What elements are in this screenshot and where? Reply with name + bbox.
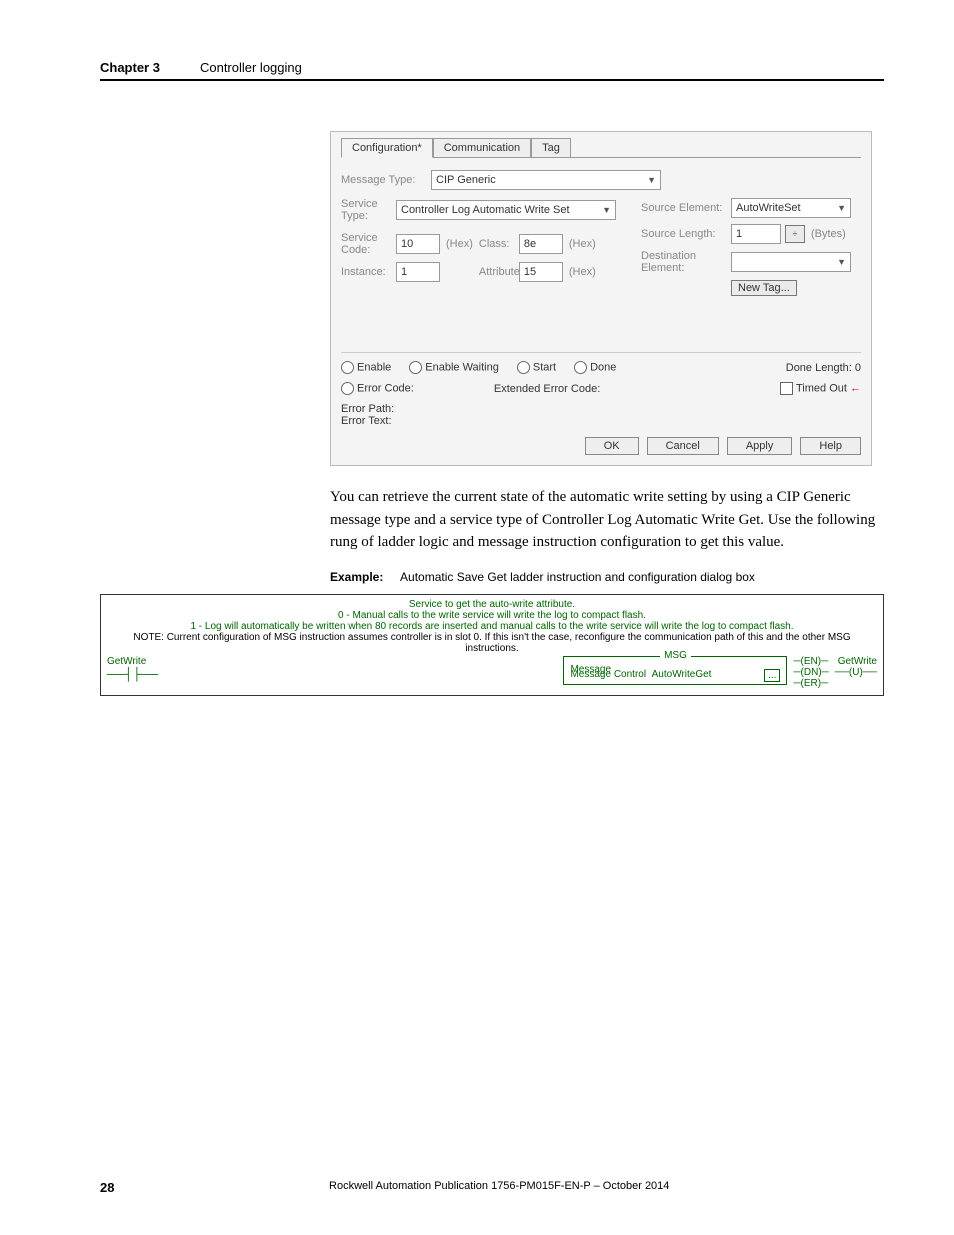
msg-control-label: Message Control: [570, 669, 646, 680]
attribute-label: Attribute:: [479, 266, 519, 278]
timed-out[interactable]: Timed Out ←: [780, 382, 861, 395]
error-path-label: Error Path:: [341, 403, 861, 415]
publication-footer: Rockwell Automation Publication 1756-PM0…: [114, 1180, 884, 1195]
class-label: Class:: [479, 238, 519, 250]
status-done: Done: [574, 361, 616, 374]
new-tag-button[interactable]: New Tag...: [731, 280, 797, 296]
ladder-desc-1: Service to get the auto-write attribute.: [107, 599, 877, 610]
coil-unlatch: U: [852, 667, 859, 678]
msg-config-button[interactable]: ...: [764, 669, 780, 682]
msg-control-tag: AutoWriteGet: [652, 669, 712, 680]
ladder-note: NOTE: Current configuration of MSG instr…: [107, 632, 877, 654]
source-length-label: Source Length:: [641, 228, 731, 240]
status-icon: [409, 361, 422, 374]
status-enable-waiting: Enable Waiting: [409, 361, 499, 374]
instance-input[interactable]: 1: [396, 262, 440, 282]
tab-configuration[interactable]: Configuration*: [341, 138, 433, 158]
cancel-button[interactable]: Cancel: [647, 437, 719, 455]
help-button[interactable]: Help: [800, 437, 861, 455]
message-config-dialog: Configuration* Communication Tag Message…: [330, 131, 872, 466]
example-label: Example:: [330, 570, 383, 584]
attribute-input[interactable]: 15: [519, 262, 563, 282]
message-type-select[interactable]: CIP Generic ▼: [431, 170, 661, 190]
page-number: 28: [100, 1180, 114, 1195]
tab-communication[interactable]: Communication: [433, 138, 531, 157]
timed-out-label: Timed Out: [796, 382, 847, 394]
rung-tag-right: GetWrite: [835, 656, 877, 667]
class-input[interactable]: 8e: [519, 234, 563, 254]
enable-label: Enable: [357, 361, 391, 373]
service-type-select[interactable]: Controller Log Automatic Write Set ▼: [396, 200, 616, 220]
source-element-value: AutoWriteSet: [736, 202, 801, 214]
arrow-left-icon: ←: [850, 382, 861, 394]
ok-button[interactable]: OK: [585, 437, 639, 455]
hex-label: (Hex): [569, 238, 596, 250]
enable-waiting-label: Enable Waiting: [425, 361, 499, 373]
status-icon: [341, 361, 354, 374]
destination-element-select[interactable]: ▼: [731, 252, 851, 272]
status-start: Start: [517, 361, 556, 374]
message-type-value: CIP Generic: [436, 174, 496, 186]
service-type-label: Service Type:: [341, 198, 396, 222]
destination-element-label: Destination Element:: [641, 250, 731, 274]
chapter-title: Controller logging: [200, 60, 302, 75]
instance-value: 1: [401, 266, 407, 278]
coil-er: ER: [804, 678, 818, 689]
service-code-value: 10: [401, 238, 413, 250]
contact-icon: ──┤├──: [107, 667, 559, 681]
done-length-value: 0: [855, 362, 861, 374]
service-code-label: Service Code:: [341, 232, 396, 256]
example-text: Automatic Save Get ladder instruction an…: [400, 570, 755, 584]
hex-label: (Hex): [569, 266, 596, 278]
attribute-value: 15: [524, 266, 536, 278]
body-paragraph: You can retrieve the current state of th…: [330, 486, 890, 554]
msg-instruction: MSG Message Message Control AutoWriteGet…: [563, 656, 787, 685]
bytes-label: (Bytes): [811, 228, 846, 240]
ladder-desc-2: 0 - Manual calls to the write service wi…: [107, 610, 877, 621]
ladder-diagram: Service to get the auto-write attribute.…: [100, 594, 884, 696]
status-icon: [341, 382, 354, 395]
status-icon: [574, 361, 587, 374]
chevron-down-icon: ▼: [602, 205, 611, 215]
ladder-desc-3: 1 - Log will automatically be written wh…: [107, 621, 877, 632]
done-label: Done: [590, 361, 616, 373]
dialog-tabs: Configuration* Communication Tag: [341, 138, 861, 158]
msg-title: MSG: [660, 650, 691, 661]
instance-label: Instance:: [341, 266, 396, 278]
source-element-label: Source Element:: [641, 202, 731, 214]
example-caption: Example: Automatic Save Get ladder instr…: [330, 570, 890, 584]
source-length-value: 1: [736, 228, 742, 240]
checkbox-icon: [780, 382, 793, 395]
chevron-down-icon: ▼: [837, 203, 846, 213]
hex-label: (Hex): [446, 238, 473, 250]
apply-button[interactable]: Apply: [727, 437, 793, 455]
coil-dn: DN: [804, 667, 818, 678]
status-icon: [517, 361, 530, 374]
coil-en: EN: [804, 656, 818, 667]
error-text-label: Error Text:: [341, 415, 861, 427]
unlatch-column: GetWrite ──(U)──: [835, 656, 877, 678]
coil-column: ─(EN)─ ─(DN)─ ─(ER)─: [793, 656, 828, 689]
tab-tag[interactable]: Tag: [531, 138, 571, 157]
service-code-input[interactable]: 10: [396, 234, 440, 254]
done-length: Done Length: 0: [786, 362, 861, 374]
spinner-icon[interactable]: ÷: [785, 225, 805, 243]
message-type-label: Message Type:: [341, 174, 431, 186]
source-element-select[interactable]: AutoWriteSet ▼: [731, 198, 851, 218]
rung-tag-left: GetWrite: [107, 656, 559, 667]
source-length-input[interactable]: 1: [731, 224, 781, 244]
chapter-label: Chapter 3: [100, 60, 160, 75]
start-label: Start: [533, 361, 556, 373]
chevron-down-icon: ▼: [837, 257, 846, 267]
class-value: 8e: [524, 238, 536, 250]
status-error-code: Error Code:: [341, 382, 414, 395]
service-type-value: Controller Log Automatic Write Set: [401, 204, 570, 216]
status-enable: Enable: [341, 361, 391, 374]
done-length-label: Done Length:: [786, 362, 852, 374]
extended-error-label: Extended Error Code:: [494, 383, 600, 395]
chevron-down-icon: ▼: [647, 175, 656, 185]
error-code-label: Error Code:: [357, 382, 414, 394]
